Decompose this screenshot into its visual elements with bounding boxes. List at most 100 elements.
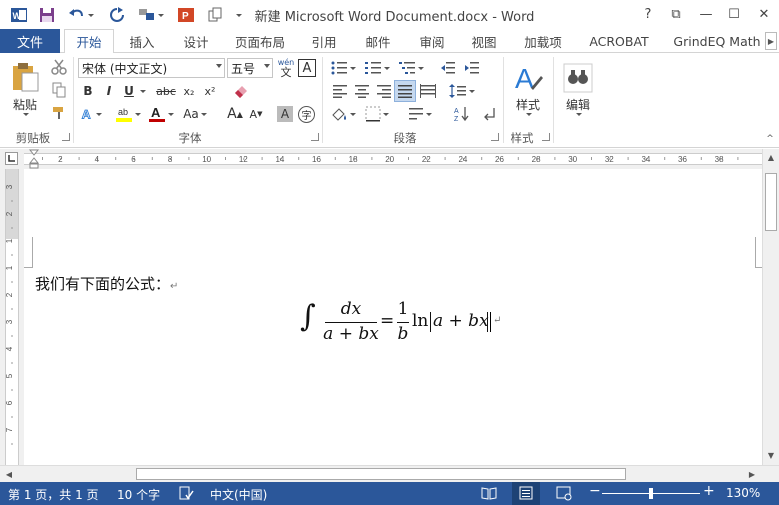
tab-page-layout[interactable]: 页面布局: [230, 29, 290, 53]
paste-dropdown-icon[interactable]: [23, 112, 29, 116]
multilevel-list-button[interactable]: [396, 59, 426, 77]
word-count[interactable]: 10 个字: [117, 486, 160, 503]
text-effects-dropdown-icon[interactable]: [96, 112, 102, 116]
horizontal-scrollbar[interactable]: ◀ ▶: [0, 465, 779, 482]
shading-dropdown-icon[interactable]: [350, 112, 356, 116]
equation[interactable]: ∫ dx a + bx = 1 b ln a + bx ↵: [300, 299, 530, 349]
tab-home[interactable]: 开始: [64, 29, 114, 54]
print-layout-icon[interactable]: [512, 482, 540, 505]
clear-formatting-icon[interactable]: [230, 82, 252, 100]
tab-acrobat[interactable]: ACROBAT: [582, 29, 656, 53]
bullets-button[interactable]: [328, 59, 358, 77]
font-color-dropdown-icon[interactable]: [168, 112, 174, 116]
cut-icon[interactable]: [48, 58, 70, 76]
vertical-scrollbar[interactable]: ▲ ▼: [762, 149, 779, 465]
proofing-icon[interactable]: [178, 485, 194, 501]
shading-button[interactable]: [328, 105, 358, 123]
paste-button[interactable]: 粘贴: [6, 57, 44, 119]
align-left-icon[interactable]: [330, 82, 350, 100]
zoom-slider-thumb[interactable]: [649, 488, 653, 499]
phonetic-guide-button[interactable]: wén 文: [276, 57, 296, 79]
close-button[interactable]: ✕: [752, 4, 776, 24]
chinese-layout-button[interactable]: [408, 105, 432, 123]
enclose-characters-button[interactable]: 字: [298, 106, 315, 123]
document-page[interactable]: 我们有下面的公式：↵ ∫ dx a + bx = 1 b ln a + bx ↵: [24, 169, 762, 465]
bullets-dropdown-icon[interactable]: [350, 66, 356, 70]
styles-launcher-icon[interactable]: [542, 133, 550, 141]
styles-gallery-button[interactable]: A 样式: [508, 57, 548, 121]
italic-button[interactable]: I: [101, 82, 117, 100]
vertical-scroll-thumb[interactable]: [765, 173, 777, 231]
increase-indent-icon[interactable]: [462, 59, 482, 77]
subscript-button[interactable]: x₂: [180, 82, 198, 100]
underline-button[interactable]: U: [121, 82, 137, 100]
scroll-right-arrow-icon[interactable]: ▶: [746, 468, 758, 480]
maximize-button[interactable]: ☐: [722, 4, 746, 24]
zoom-in-button[interactable]: +: [703, 483, 715, 499]
horizontal-scroll-thumb[interactable]: [136, 468, 626, 480]
underline-dropdown-icon[interactable]: [137, 82, 147, 100]
highlight-color-button[interactable]: ab: [112, 105, 144, 123]
bold-button[interactable]: B: [80, 82, 96, 100]
text-effects-button[interactable]: A: [80, 105, 102, 123]
character-shading-button[interactable]: A: [277, 106, 293, 122]
minimize-button[interactable]: —: [694, 4, 718, 24]
styles-dropdown-icon[interactable]: [526, 113, 532, 116]
body-paragraph[interactable]: 我们有下面的公式：↵: [35, 273, 178, 294]
borders-button[interactable]: [362, 105, 392, 123]
borders-dropdown-icon[interactable]: [383, 112, 389, 116]
copy-icon[interactable]: [48, 81, 70, 99]
chinese-layout-dropdown-icon[interactable]: [426, 112, 432, 116]
grow-font-button[interactable]: A ▲: [225, 105, 245, 123]
scroll-down-arrow-icon[interactable]: ▼: [764, 449, 778, 461]
tab-insert[interactable]: 插入: [120, 29, 164, 53]
decrease-indent-icon[interactable]: [438, 59, 458, 77]
tab-selector-icon[interactable]: [5, 152, 18, 165]
zoom-out-button[interactable]: −: [589, 483, 601, 499]
font-color-button[interactable]: A: [146, 105, 176, 123]
font-size-combo[interactable]: 五号: [227, 58, 273, 78]
superscript-button[interactable]: x²: [200, 82, 220, 100]
editing-dropdown-icon[interactable]: [576, 112, 582, 116]
shrink-font-button[interactable]: A ▼: [246, 105, 266, 123]
help-button[interactable]: ?: [636, 4, 660, 24]
tab-view[interactable]: 视图: [462, 29, 506, 53]
zoom-level[interactable]: 130%: [726, 486, 760, 500]
tab-grindeq-math[interactable]: GrindEQ Math: [672, 29, 762, 53]
sort-icon[interactable]: AZ: [450, 105, 472, 123]
ribbon-display-options-button[interactable]: ⧉: [664, 4, 688, 24]
format-painter-icon[interactable]: [48, 104, 70, 122]
zoom-slider-track[interactable]: [602, 488, 700, 499]
line-spacing-dropdown-icon[interactable]: [469, 89, 475, 93]
font-name-combo[interactable]: 宋体 (中文正文): [78, 58, 225, 78]
multilevel-list-dropdown-icon[interactable]: [418, 66, 424, 70]
tab-design[interactable]: 设计: [174, 29, 218, 53]
paragraph-launcher-icon[interactable]: [491, 133, 499, 141]
indent-marker-icon[interactable]: [28, 149, 40, 169]
read-mode-icon[interactable]: [481, 485, 497, 501]
editing-button[interactable]: 编辑: [558, 57, 598, 121]
tab-mailings[interactable]: 邮件: [356, 29, 400, 53]
character-border-button[interactable]: A: [298, 59, 316, 77]
clipboard-launcher-icon[interactable]: [62, 133, 70, 141]
tab-references[interactable]: 引用: [302, 29, 346, 53]
align-center-icon[interactable]: [352, 82, 372, 100]
justify-icon[interactable]: [394, 80, 416, 102]
font-launcher-icon[interactable]: [311, 133, 319, 141]
numbering-dropdown-icon[interactable]: [384, 66, 390, 70]
strikethrough-button[interactable]: abc: [153, 82, 179, 100]
change-case-button[interactable]: Aa: [180, 105, 210, 123]
scroll-up-arrow-icon[interactable]: ▲: [764, 151, 778, 163]
tab-file[interactable]: 文件: [0, 29, 60, 53]
tab-review[interactable]: 审阅: [410, 29, 454, 53]
tab-addins[interactable]: 加载项: [516, 29, 570, 53]
collapse-ribbon-icon[interactable]: ^: [764, 133, 776, 145]
align-right-icon[interactable]: [374, 82, 394, 100]
highlight-dropdown-icon[interactable]: [135, 112, 141, 116]
scroll-left-arrow-icon[interactable]: ◀: [3, 468, 15, 480]
page-count[interactable]: 第 1 页，共 1 页: [8, 486, 99, 503]
line-spacing-button[interactable]: [448, 82, 476, 100]
show-marks-icon[interactable]: [478, 105, 500, 123]
tabs-scroll-right-button[interactable]: ▶: [765, 32, 777, 50]
language-indicator[interactable]: 中文(中国): [210, 486, 267, 503]
